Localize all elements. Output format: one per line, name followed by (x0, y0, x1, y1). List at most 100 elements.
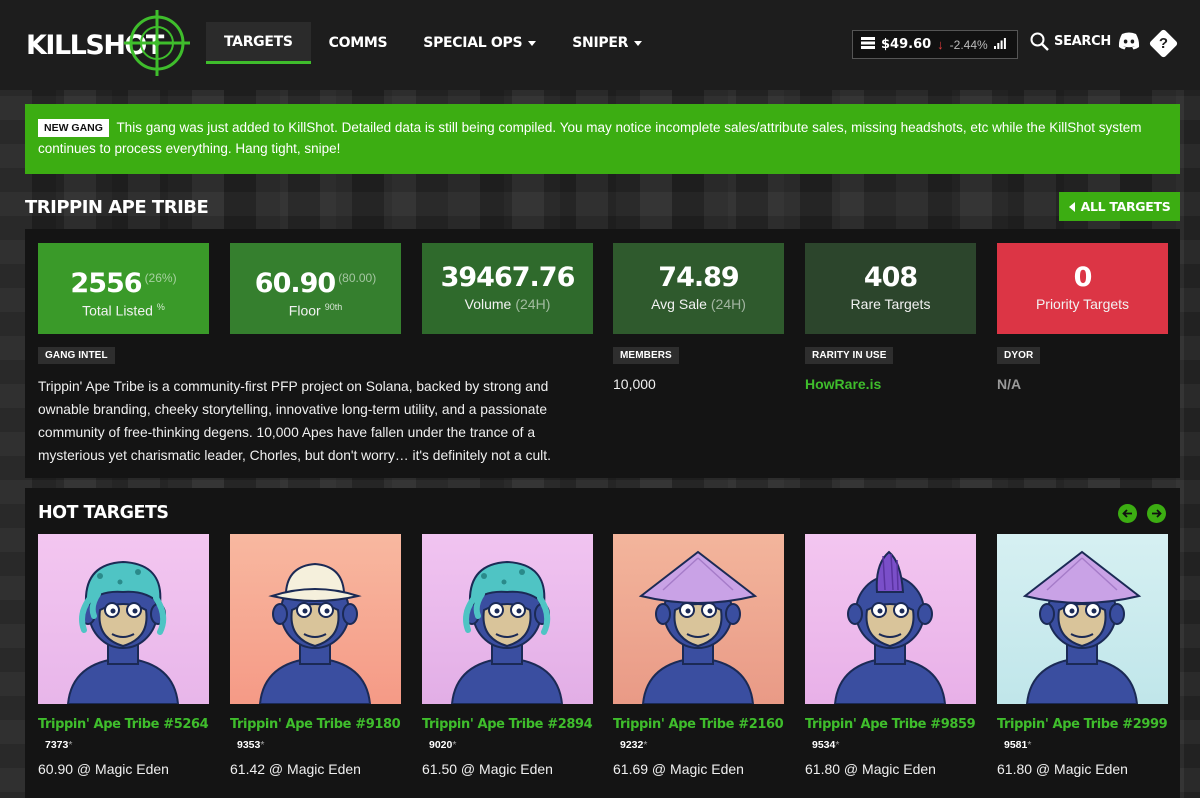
crosshair-icon (124, 10, 190, 76)
killshot-logo[interactable]: KILLSHOT (26, 10, 196, 76)
stat-label-text: Avg Sale (651, 296, 707, 312)
nav-targets[interactable]: TARGETS (206, 22, 311, 64)
stat-label-muted: (24H) (710, 296, 746, 312)
target-card[interactable]: Trippin' Ape Tribe #5264 7373* 60.90 @ Mag… (38, 534, 209, 777)
target-card[interactable]: Trippin' Ape Tribe #2894 9020* 61.50 @ Mag… (422, 534, 593, 777)
nft-image[interactable] (422, 534, 593, 704)
target-rank: 7373* (45, 739, 209, 751)
stat-card: 60.90 (80.00) Floor 90th (230, 243, 401, 334)
stat-card: 39467.76 Volume (24H) (422, 243, 593, 334)
search-button[interactable]: SEARCH (1030, 32, 1111, 51)
rank-asterisk: * (643, 739, 648, 751)
target-name-link[interactable]: Trippin' Ape Tribe #2894 (422, 717, 593, 732)
stack-icon (861, 37, 875, 52)
stat-label: Avg Sale (24H) (613, 296, 784, 312)
stat-value: 408 (805, 262, 976, 294)
stat-number: 74.89 (658, 262, 739, 293)
dyor-tag: DYOR (997, 347, 1041, 364)
target-name-link[interactable]: Trippin' Ape Tribe #9859 (805, 717, 976, 732)
stat-label: Floor 90th (230, 302, 401, 319)
discord-icon[interactable] (1118, 32, 1140, 55)
stat-label: Rare Targets (805, 296, 976, 312)
rank-value: 9232 (620, 739, 644, 751)
target-price: 61.69 @ Magic Eden (613, 761, 744, 777)
target-card[interactable]: Trippin' Ape Tribe #9859 9534* 61.80 @ Mag… (805, 534, 976, 777)
help-button[interactable]: ? (1148, 28, 1179, 59)
rarity-link[interactable]: HowRare.is (805, 376, 881, 392)
stat-label: Volume (24H) (422, 296, 593, 312)
stat-value: 39467.76 (422, 262, 593, 294)
stat-number: 39467.76 (440, 262, 576, 293)
nft-image[interactable] (997, 534, 1168, 704)
nft-image[interactable] (613, 534, 784, 704)
gang-stats-panel: 2556 (26%) Total Listed% 60.90 (80.00) Floor 9… (25, 229, 1180, 478)
alert-text: This gang was just added to KillShot. De… (38, 120, 1142, 156)
caret-down-icon (634, 40, 643, 46)
target-card[interactable]: Trippin' Ape Tribe #9180 9353* 61.42 @ Mag… (230, 534, 401, 777)
token-price: $49.60 (881, 37, 932, 52)
target-card[interactable]: Trippin' Ape Tribe #2999 9581* 61.80 @ Mag… (997, 534, 1168, 777)
target-name-link[interactable]: Trippin' Ape Tribe #2999 (997, 717, 1168, 732)
rank-asterisk: * (1027, 739, 1032, 751)
nav-label: TARGETS (224, 33, 293, 50)
rank-value: 9020 (429, 739, 453, 751)
caret-left-icon (1068, 201, 1075, 212)
main-nav: TARGETS COMMS SPECIAL OPS SNIPER (206, 22, 660, 64)
target-price: 61.42 @ Magic Eden (230, 761, 361, 777)
target-rank: 9353* (237, 739, 401, 751)
help-icon: ? (1158, 35, 1169, 52)
stat-label: Priority Targets (997, 296, 1168, 312)
gang-intel-tag: GANG INTEL (38, 347, 115, 364)
stat-card: 408 Rare Targets (805, 243, 976, 334)
stat-number: 0 (1073, 262, 1093, 293)
stat-value: 0 (997, 262, 1168, 294)
carousel-prev-button[interactable] (1118, 504, 1137, 523)
target-name-link[interactable]: Trippin' Ape Tribe #2160 (613, 717, 784, 732)
rank-value: 9353 (237, 739, 261, 751)
hot-targets-title: HOT TARGETS (38, 503, 169, 523)
stat-label: Total Listed% (38, 302, 209, 319)
target-price: 60.90 @ Magic Eden (38, 761, 169, 777)
stat-label-text: Rare Targets (850, 296, 931, 312)
rank-asterisk: * (260, 739, 265, 751)
nav-comms[interactable]: COMMS (311, 22, 406, 64)
rank-asterisk: * (68, 739, 73, 751)
target-name-link[interactable]: Trippin' Ape Tribe #5264 (38, 717, 209, 732)
top-navbar: KILLSHOT TARGETS COMMS SPECIAL OPS SNIPER $… (0, 0, 1200, 90)
nav-special-ops[interactable]: SPECIAL OPS (405, 22, 554, 64)
nft-image[interactable] (230, 534, 401, 704)
stat-value: 2556 (26%) (38, 262, 209, 300)
arrow-down-icon: ↓ (937, 37, 944, 52)
stat-label-text: Volume (464, 296, 512, 312)
target-card[interactable]: Trippin' Ape Tribe #2160 9232* 61.69 @ Mag… (613, 534, 784, 777)
stat-label-text: Total Listed (82, 302, 153, 319)
nav-sniper[interactable]: SNIPER (554, 22, 660, 64)
target-name-link[interactable]: Trippin' Ape Tribe #9180 (230, 717, 401, 732)
stat-label-text: Priority Targets (1035, 296, 1130, 312)
nft-image[interactable] (805, 534, 976, 704)
target-rank: 9232* (620, 739, 784, 751)
rarity-tag: RARITY IN USE (805, 347, 894, 364)
rank-value: 9581 (1004, 739, 1028, 751)
stat-label-text: Floor (288, 302, 321, 319)
all-targets-button[interactable]: ALL TARGETS (1059, 192, 1180, 221)
gang-intel-text: Trippin' Ape Tribe is a community-first … (38, 379, 551, 463)
nav-label: COMMS (328, 35, 388, 51)
stat-card: 2556 (26%) Total Listed% (38, 243, 209, 334)
carousel-next-button[interactable] (1147, 504, 1166, 523)
stat-card: 74.89 Avg Sale (24H) (613, 243, 784, 334)
nav-label: SPECIAL OPS (423, 35, 523, 51)
target-rank: 9020* (429, 739, 593, 751)
rank-value: 9534 (812, 739, 836, 751)
target-price: 61.50 @ Magic Eden (422, 761, 553, 777)
search-icon (1030, 32, 1049, 51)
target-price: 61.80 @ Magic Eden (805, 761, 936, 777)
all-targets-label: ALL TARGETS (1080, 199, 1171, 214)
arrow-right-icon (1152, 509, 1162, 518)
nft-image[interactable] (38, 534, 209, 704)
signal-bars-icon (993, 37, 1006, 52)
stat-number: 60.90 (254, 268, 336, 299)
caret-down-icon (528, 40, 537, 46)
token-price-widget[interactable]: $49.60 ↓ -2.44% (852, 30, 1018, 59)
new-gang-badge: NEW GANG (38, 119, 109, 137)
